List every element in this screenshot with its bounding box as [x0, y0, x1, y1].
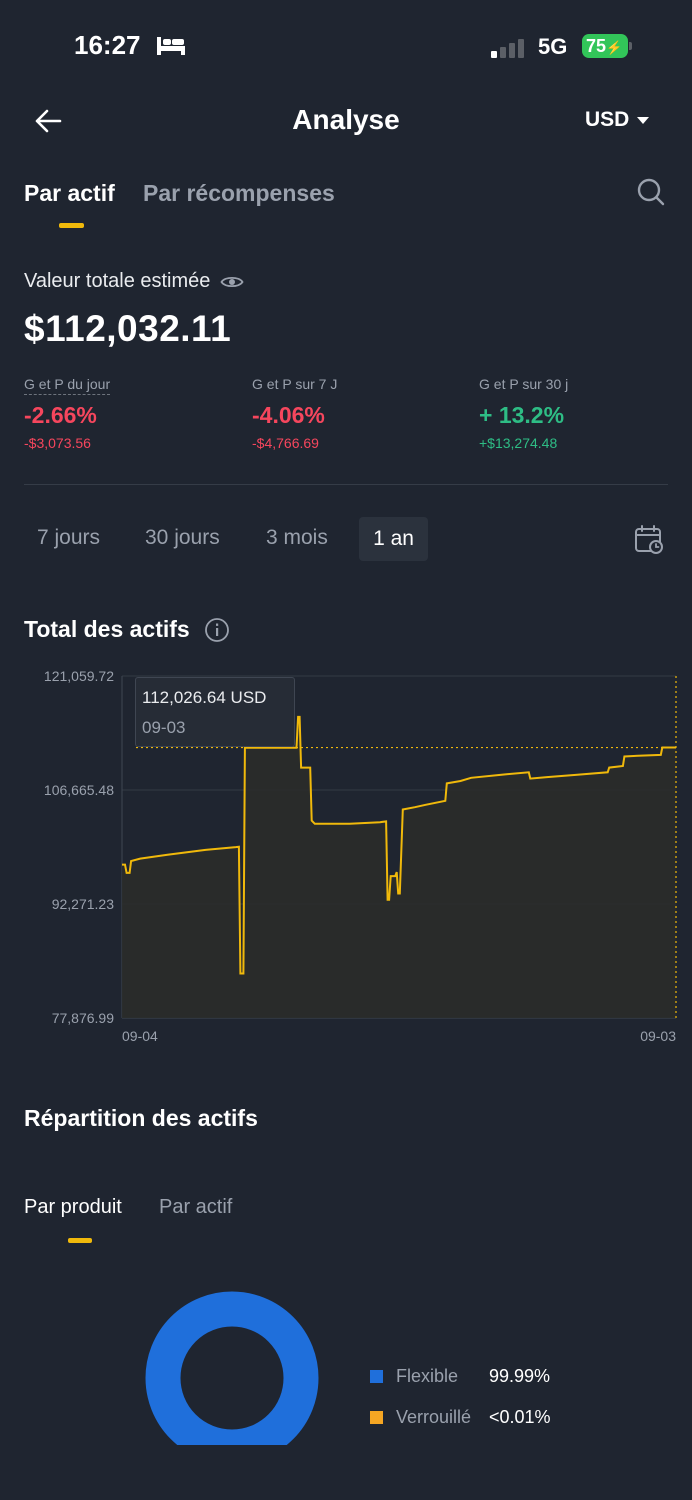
battery-indicator: 75⚡ — [582, 34, 628, 58]
calendar-clock-icon[interactable] — [634, 524, 664, 554]
pnl-day[interactable]: G et P du jour -2.66% -$3,073.56 — [24, 376, 111, 451]
x-tick-label: 09-04 — [122, 1028, 158, 1044]
pnl-30d-amount: +$13,274.48 — [479, 435, 558, 451]
network-type: 5G — [538, 34, 568, 59]
active-subtab-indicator — [68, 1238, 92, 1243]
eye-icon[interactable] — [220, 274, 244, 290]
pnl-day-amount: -$3,073.56 — [24, 435, 91, 451]
caret-down-icon — [637, 116, 650, 124]
legend-verrouille: Verrouillé <0.01% — [370, 1407, 551, 1428]
legend-flexible: Flexible 99.99% — [370, 1366, 550, 1387]
range-30-days[interactable]: 30 jours — [145, 526, 220, 550]
currency-label: USD — [585, 108, 630, 131]
total-value: $112,032.11 — [24, 308, 232, 349]
legend-verrouille-value: <0.01% — [489, 1407, 551, 1427]
tab-par-actif-distribution[interactable]: Par actif — [159, 1196, 232, 1219]
pnl-day-percent: -2.66% — [24, 402, 97, 428]
y-tick-label: 77,876.99 — [52, 1010, 114, 1026]
chart-title: Total des actifs — [24, 616, 230, 643]
pnl-30d-label: G et P sur 30 j — [479, 376, 569, 392]
range-3-months[interactable]: 3 mois — [266, 526, 328, 550]
total-value-label: Valeur totale estimée — [24, 270, 244, 293]
section-divider — [24, 484, 668, 485]
tab-par-actif[interactable]: Par actif — [24, 180, 115, 207]
legend-flexible-swatch — [370, 1370, 383, 1383]
charging-icon: ⚡ — [606, 40, 623, 55]
total-value-caption: Valeur totale estimée — [24, 270, 211, 292]
distribution-title: Répartition des actifs — [24, 1105, 258, 1131]
pnl-7d-label: G et P sur 7 J — [252, 376, 338, 392]
chart-tooltip: 112,026.64 USD 09-03 — [135, 677, 295, 747]
y-tick-label: 121,059.72 — [44, 668, 114, 684]
tab-par-produit[interactable]: Par produit — [24, 1196, 122, 1219]
tooltip-value: 112,026.64 USD — [142, 688, 267, 707]
pnl-7d: G et P sur 7 J -4.06% -$4,766.69 — [252, 376, 337, 451]
sleep-focus-icon — [157, 37, 185, 55]
legend-flexible-value: 99.99% — [489, 1366, 551, 1386]
cellular-signal-icon — [491, 39, 524, 58]
x-tick-label: 09-03 — [640, 1028, 676, 1044]
distribution-donut-chart — [145, 1291, 319, 1445]
status-time: 16:27 — [74, 30, 141, 60]
series-area — [122, 716, 676, 1018]
range-1-year[interactable]: 1 an — [359, 517, 428, 561]
tab-par-recompenses[interactable]: Par récompenses — [143, 180, 335, 207]
chart-title-label: Total des actifs — [24, 616, 190, 642]
y-tick-label: 106,665.48 — [44, 782, 114, 798]
donut-ring-flexible — [145, 1291, 319, 1445]
pnl-day-label: G et P du jour — [24, 376, 111, 395]
currency-selector[interactable]: USD — [585, 108, 650, 132]
viewport-bottom-mask — [0, 1445, 692, 1500]
battery-tip — [629, 42, 632, 50]
y-tick-label: 92,271.23 — [52, 896, 114, 912]
legend-verrouille-name: Verrouillé — [396, 1407, 472, 1427]
battery-level: 75 — [586, 36, 607, 56]
search-icon[interactable] — [636, 177, 666, 207]
active-tab-indicator — [59, 223, 84, 228]
total-assets-chart[interactable]: 121,059.72 106,665.48 92,271.23 77,876.99 09… — [0, 660, 692, 1060]
pnl-7d-percent: -4.06% — [252, 402, 325, 428]
range-7-days[interactable]: 7 jours — [37, 526, 100, 550]
tooltip-date: 09-03 — [142, 718, 186, 737]
legend-flexible-name: Flexible — [396, 1366, 459, 1386]
legend-verrouille-swatch — [370, 1411, 383, 1424]
pnl-30d: G et P sur 30 j + 13.2% +$13,274.48 — [479, 376, 568, 451]
info-icon[interactable] — [204, 617, 230, 643]
pnl-30d-percent: + 13.2% — [479, 402, 565, 428]
pnl-7d-amount: -$4,766.69 — [252, 435, 319, 451]
